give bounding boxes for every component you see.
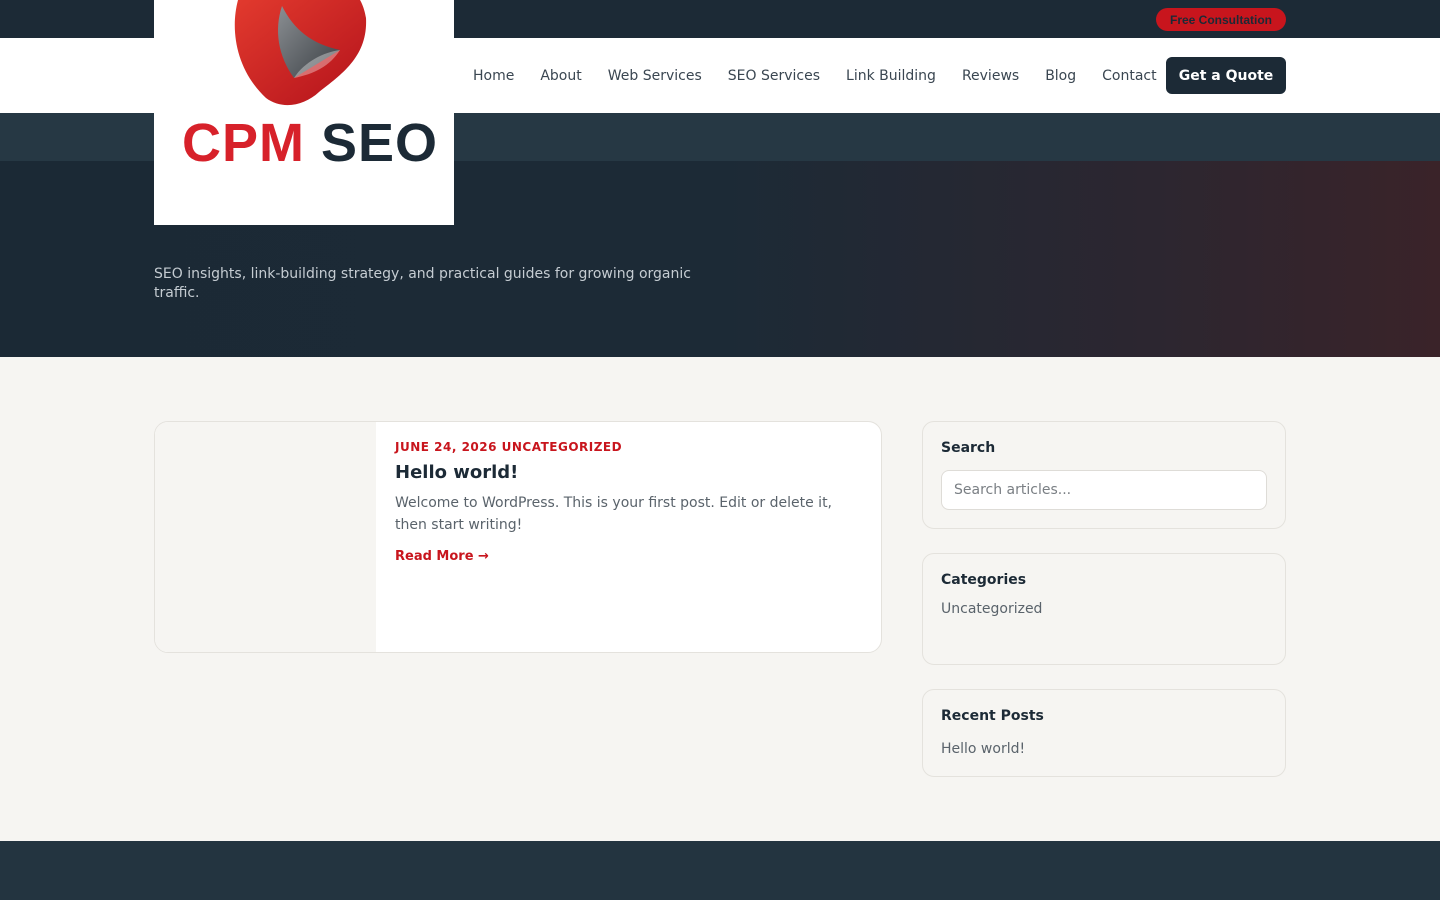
categories-widget: Categories Uncategorized: [922, 553, 1286, 665]
site-logo[interactable]: CPM SEO: [154, 0, 454, 225]
post-thumbnail[interactable]: [155, 422, 376, 652]
nav-contact[interactable]: Contact: [1102, 68, 1156, 84]
post-card: JUNE 24, 2026 UNCATEGORIZED Hello world!…: [154, 421, 882, 653]
search-widget: Search: [922, 421, 1286, 529]
nav-seo-services[interactable]: SEO Services: [728, 68, 820, 84]
main-nav: Home About Web Services SEO Services Lin…: [460, 38, 1170, 113]
search-widget-title: Search: [941, 440, 996, 456]
read-more-link[interactable]: Read More →: [395, 549, 489, 564]
post-meta: JUNE 24, 2026 UNCATEGORIZED: [395, 440, 623, 454]
logo-word-cpm: CPM: [182, 113, 305, 173]
hero-subtitle: SEO insights, link-building strategy, an…: [154, 266, 691, 301]
recent-post-link[interactable]: Hello world!: [941, 741, 1025, 757]
search-input[interactable]: [941, 470, 1267, 510]
get-a-quote-button[interactable]: Get a Quote: [1166, 57, 1286, 94]
nav-link-building[interactable]: Link Building: [846, 68, 936, 84]
nav-blog[interactable]: Blog: [1045, 68, 1076, 84]
post-excerpt: Welcome to WordPress. This is your first…: [395, 495, 833, 533]
logo-wordmark: CPM SEO: [182, 112, 438, 174]
logo-emblem-icon: [234, 0, 367, 106]
nav-about[interactable]: About: [540, 68, 581, 84]
logo-word-seo: SEO: [321, 113, 439, 173]
post-title[interactable]: Hello world!: [395, 462, 518, 483]
nav-web-services[interactable]: Web Services: [608, 68, 702, 84]
nav-reviews[interactable]: Reviews: [962, 68, 1019, 84]
free-consultation-button[interactable]: Free Consultation: [1156, 8, 1286, 31]
nav-home[interactable]: Home: [473, 68, 514, 84]
categories-widget-title: Categories: [941, 572, 1027, 588]
recent-posts-widget: Recent Posts Hello world!: [922, 689, 1286, 777]
category-link[interactable]: Uncategorized: [941, 601, 1042, 617]
recent-posts-widget-title: Recent Posts: [941, 708, 1044, 724]
site-footer: [0, 841, 1440, 900]
